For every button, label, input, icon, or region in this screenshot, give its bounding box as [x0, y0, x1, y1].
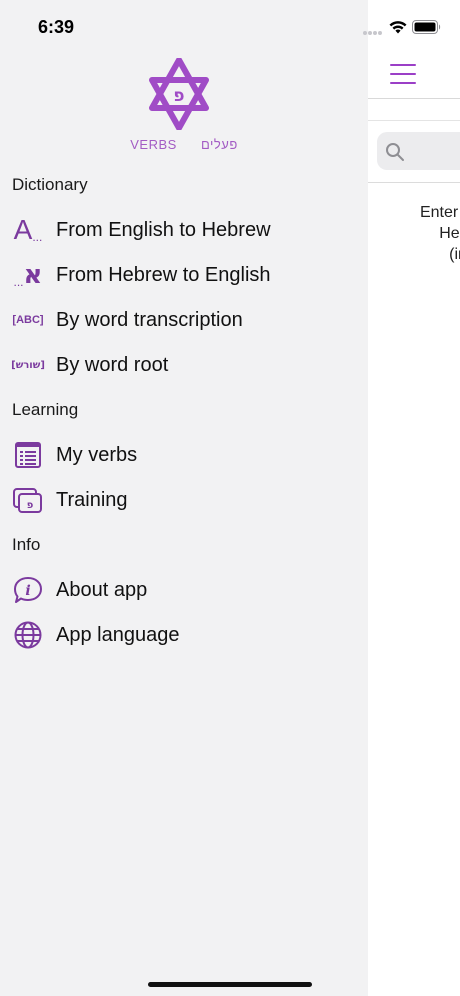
list-icon	[10, 439, 46, 471]
search-input[interactable]	[377, 132, 460, 170]
main-screen: Enter th Hebre (in	[368, 0, 460, 996]
brand-title-english: VERBS	[130, 137, 177, 152]
star-of-david-logo-icon: פ	[149, 58, 209, 130]
transcription-abc-icon: [ABC]	[12, 314, 44, 326]
search-divider	[368, 182, 460, 183]
section-dictionary: Dictionary	[12, 175, 88, 194]
hebrew-letter-icon: ... א	[13, 260, 43, 290]
menu-item-label: App language	[56, 624, 180, 646]
root-shoresh-icon: [שורש]	[11, 359, 45, 371]
section-learning: Learning	[12, 400, 79, 419]
cards-icon: פ	[10, 484, 46, 516]
battery-icon	[412, 20, 441, 34]
hint-line: (in	[449, 246, 460, 263]
logo-letter: פ	[173, 86, 184, 106]
header-divider	[368, 98, 460, 99]
menu-item-hebrew-to-english[interactable]: ... א From Hebrew to English	[0, 255, 368, 295]
hint-line: Enter th	[419, 204, 460, 221]
search-hint: Enter th Hebre (in	[378, 202, 460, 265]
menu-item-label: By word transcription	[56, 309, 243, 331]
menu-item-by-transcription[interactable]: [ABC] By word transcription	[0, 300, 368, 340]
menu-item-by-root[interactable]: [שורש] By word root	[0, 345, 368, 385]
status-bar: 6:39	[0, 0, 460, 54]
cellular-signal-icon	[363, 31, 382, 35]
svg-text:פ: פ	[27, 500, 34, 511]
menu-item-label: From Hebrew to English	[56, 264, 271, 286]
wifi-icon	[389, 21, 407, 34]
hint-line: Hebre	[439, 225, 460, 242]
svg-text:i: i	[25, 583, 30, 599]
menu-item-training[interactable]: פ Training	[0, 480, 368, 520]
menu-item-english-to-hebrew[interactable]: A... From English to Hebrew	[0, 210, 368, 250]
menu-item-label: My verbs	[56, 444, 138, 466]
info-icon: i	[10, 574, 46, 606]
menu-item-app-language[interactable]: App language	[0, 615, 368, 655]
navigation-drawer: פ VERBS פעלים Dictionary A... From Engli…	[0, 0, 368, 996]
status-time: 6:39	[38, 17, 75, 37]
menu-item-my-verbs[interactable]: My verbs	[0, 435, 368, 475]
search-icon	[386, 143, 404, 161]
menu-item-about-app[interactable]: i About app	[0, 570, 368, 610]
section-info: Info	[12, 535, 41, 554]
header-divider-lower	[368, 120, 460, 121]
brand-title-hebrew: פעלים	[200, 137, 238, 152]
brand-title: VERBS פעלים	[0, 137, 368, 152]
menu-item-label: From English to Hebrew	[56, 219, 271, 241]
menu-item-label: About app	[56, 579, 148, 601]
menu-item-label: Training	[56, 489, 128, 511]
english-letter-icon: A...	[13, 214, 43, 245]
hamburger-menu-icon[interactable]	[390, 64, 416, 84]
globe-icon	[10, 619, 46, 651]
menu-item-label: By word root	[56, 354, 169, 376]
home-indicator[interactable]	[148, 982, 312, 987]
